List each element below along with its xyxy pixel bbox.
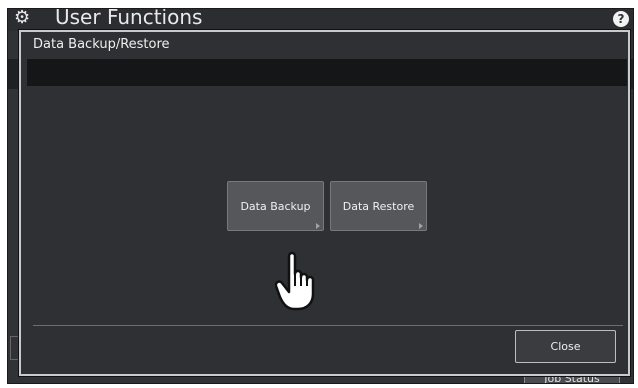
gear-icon: ⚙ bbox=[14, 8, 31, 28]
data-backup-label: Data Backup bbox=[240, 199, 311, 213]
dialog-title: Data Backup/Restore bbox=[33, 37, 170, 52]
dialog-message-bar bbox=[27, 59, 627, 86]
close-button[interactable]: Close bbox=[515, 330, 616, 363]
app-header: ⚙ User Functions ? bbox=[8, 9, 633, 31]
data-backup-restore-dialog: Data Backup/Restore Data Backup Data Res… bbox=[19, 30, 630, 376]
dialog-divider bbox=[33, 325, 623, 326]
hand-cursor-icon bbox=[275, 251, 315, 311]
touch-panel-screen: ⚙ User Functions ? Job Status Data Backu… bbox=[7, 8, 634, 384]
chevron-right-icon bbox=[316, 223, 320, 229]
background-panel-left bbox=[8, 59, 18, 89]
data-restore-button[interactable]: Data Restore bbox=[330, 181, 427, 231]
data-restore-label: Data Restore bbox=[342, 199, 415, 213]
data-backup-button[interactable]: Data Backup bbox=[227, 181, 324, 231]
chevron-right-icon bbox=[419, 223, 423, 229]
app-title: User Functions bbox=[55, 8, 203, 29]
help-button[interactable]: ? bbox=[613, 11, 629, 27]
